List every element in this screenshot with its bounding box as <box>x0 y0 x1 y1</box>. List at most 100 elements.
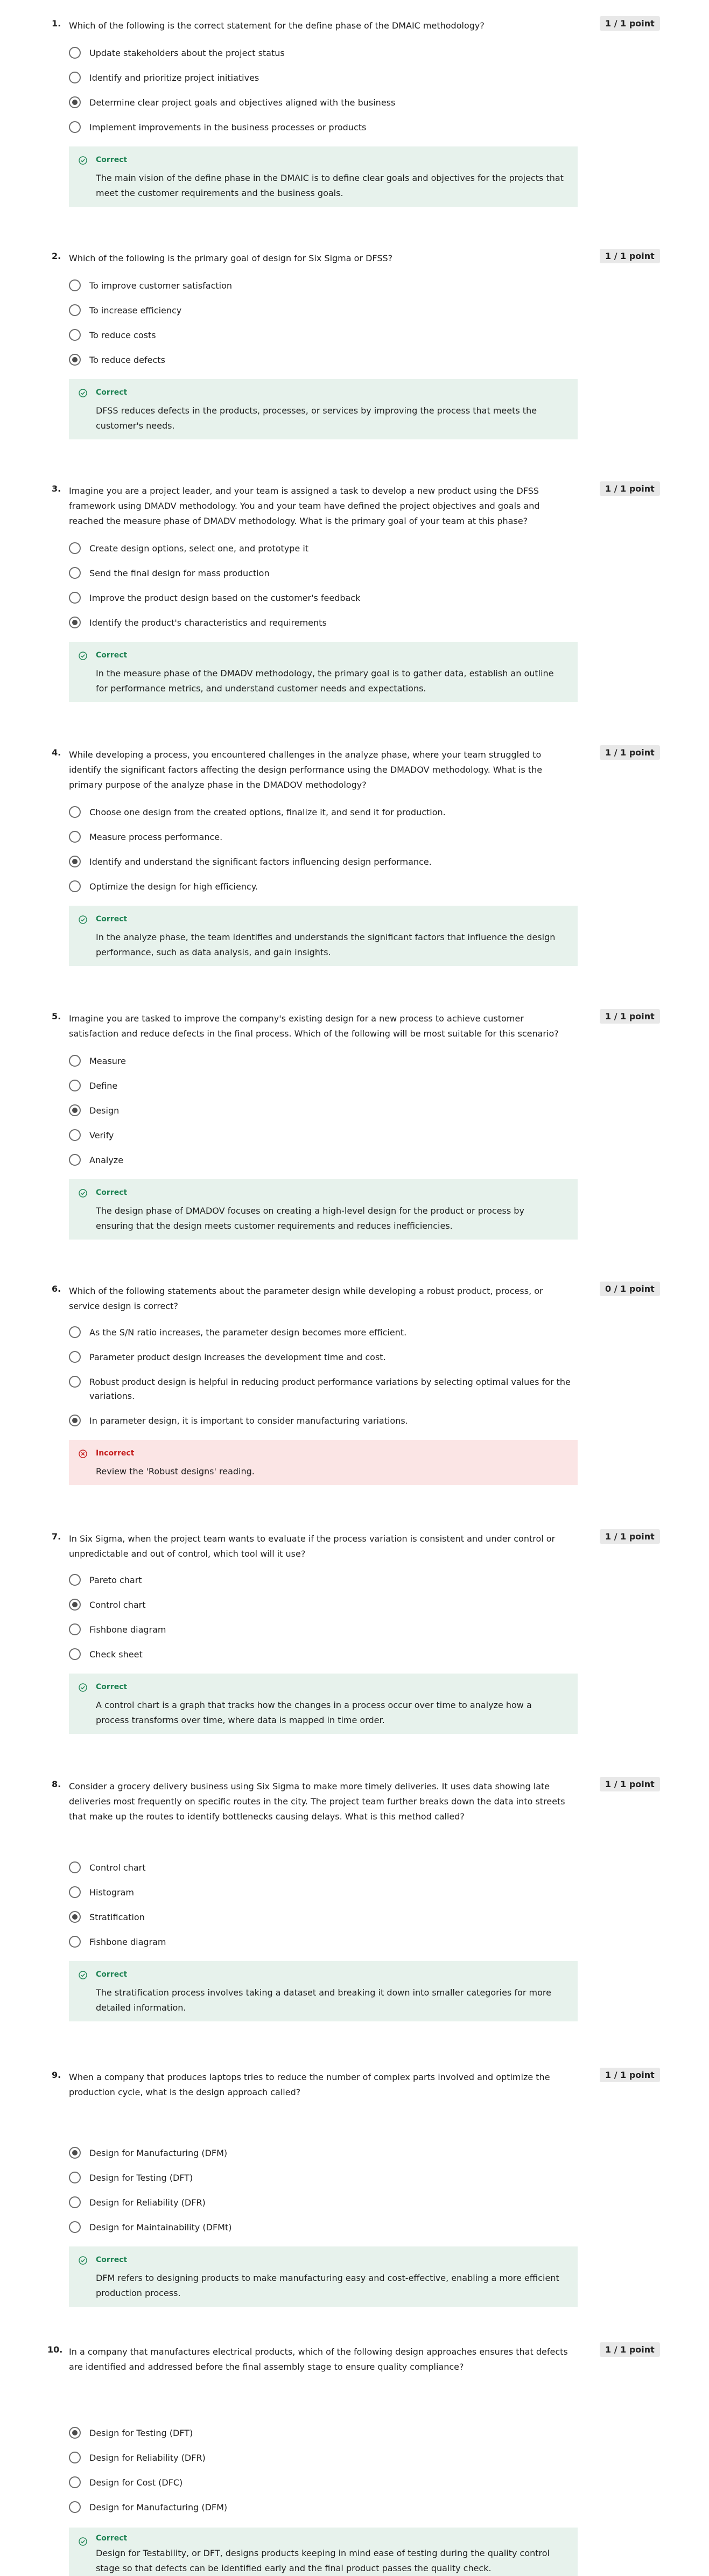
radio-button[interactable] <box>69 567 81 579</box>
radio-button[interactable] <box>69 2172 81 2183</box>
question-text: Imagine you are a project leader, and yo… <box>69 486 540 526</box>
radio-button[interactable] <box>69 1326 81 1338</box>
feedback-box: Correct The stratification process invol… <box>69 1961 578 2021</box>
option-label: In parameter design, it is important to … <box>89 1416 408 1426</box>
question-3: 3. Imagine you are a project leader, and… <box>0 465 709 729</box>
option-label: To reduce costs <box>89 330 156 340</box>
option-label: Choose one design from the created optio… <box>89 807 446 817</box>
feedback-text: In the analyze phase, the team identifie… <box>96 932 556 957</box>
question-9: 9. When a company that produces laptops … <box>0 2052 709 2326</box>
feedback-box: Correct The main vision of the define ph… <box>69 146 578 207</box>
radio-button[interactable] <box>69 1376 81 1388</box>
radio-button-selected[interactable] <box>69 1599 81 1611</box>
feedback-status: Incorrect <box>96 1449 135 1458</box>
radio-button[interactable] <box>69 2476 81 2488</box>
feedback-box: Correct In the analyze phase, the team i… <box>69 906 578 966</box>
radio-button[interactable] <box>69 2452 81 2463</box>
radio-button[interactable] <box>69 2501 81 2513</box>
option-label: Design for Reliability (DFR) <box>89 2197 206 2208</box>
feedback-status: Correct <box>96 915 128 923</box>
points-badge: 1 / 1 point <box>600 745 660 760</box>
option-label: Update stakeholders about the project st… <box>89 48 285 58</box>
radio-button[interactable] <box>69 1351 81 1363</box>
radio-button[interactable] <box>69 1154 81 1166</box>
option-label: Measure process performance. <box>89 832 223 842</box>
radio-button[interactable] <box>69 1129 81 1141</box>
radio-button[interactable] <box>69 1055 81 1067</box>
option-label: Define <box>89 1081 118 1091</box>
option-label: Implement improvements in the business p… <box>89 122 367 132</box>
radio-button[interactable] <box>69 1080 81 1091</box>
radio-button[interactable] <box>69 2196 81 2208</box>
radio-button[interactable] <box>69 329 81 341</box>
option-label: Design for Testing (DFT) <box>89 2173 193 2183</box>
points-badge: 0 / 1 point <box>600 1282 660 1296</box>
option-label: Design for Manufacturing (DFM) <box>89 2502 228 2512</box>
radio-button-selected[interactable] <box>69 617 81 628</box>
feedback-box: Incorrect Review the 'Robust designs' re… <box>69 1440 578 1485</box>
feedback-text: The main vision of the define phase in t… <box>96 173 564 198</box>
option-label: To improve customer satisfaction <box>89 281 233 291</box>
question-text: When a company that produces laptops tri… <box>69 2072 550 2097</box>
feedback-box: Correct DFSS reduces defects in the prod… <box>69 379 578 439</box>
question-7: 7. In Six Sigma, when the project team w… <box>0 1513 709 1761</box>
radio-button[interactable] <box>69 121 81 133</box>
question-2: 2. Which of the following is the primary… <box>0 233 709 464</box>
radio-button-selected[interactable] <box>69 856 81 867</box>
radio-button[interactable] <box>69 1936 81 1948</box>
radio-button-selected[interactable] <box>69 1415 81 1426</box>
feedback-text: Review the 'Robust designs' reading. <box>96 1466 255 1476</box>
radio-button[interactable] <box>69 1861 81 1873</box>
points-badge: 1 / 1 point <box>600 1529 660 1544</box>
radio-button-selected[interactable] <box>69 354 81 366</box>
question-number: 2. <box>52 251 61 261</box>
option-label: Improve the product design based on the … <box>89 593 361 603</box>
feedback-status: Correct <box>96 1970 128 1979</box>
radio-button[interactable] <box>69 1648 81 1660</box>
option-label: Fishbone diagram <box>89 1937 166 1947</box>
radio-button[interactable] <box>69 1623 81 1635</box>
points-badge: 1 / 1 point <box>600 16 660 31</box>
option-label: To reduce defects <box>89 355 165 365</box>
points-badge: 1 / 1 point <box>600 2068 660 2082</box>
check-circle-icon <box>79 2537 87 2546</box>
radio-button-selected[interactable] <box>69 96 81 108</box>
question-5: 5. Imagine you are tasked to improve the… <box>0 993 709 1265</box>
radio-button[interactable] <box>69 592 81 604</box>
radio-button[interactable] <box>69 279 81 291</box>
radio-button[interactable] <box>69 1886 81 1898</box>
question-text: Which of the following is the primary go… <box>69 253 393 263</box>
radio-button-selected[interactable] <box>69 1911 81 1923</box>
question-number: 7. <box>52 1531 61 1542</box>
points-badge: 1 / 1 point <box>600 1777 660 1791</box>
radio-button[interactable] <box>69 1574 81 1586</box>
radio-button-selected[interactable] <box>69 1104 81 1116</box>
question-number: 1. <box>52 18 61 29</box>
radio-button[interactable] <box>69 831 81 843</box>
question-10: 10. In a company that manufactures elect… <box>0 2326 709 2576</box>
radio-button[interactable] <box>69 47 81 59</box>
option-label: Identify and understand the significant … <box>89 857 432 867</box>
radio-button-selected[interactable] <box>69 2147 81 2159</box>
question-text: While developing a process, you encounte… <box>69 750 543 790</box>
feedback-text: The stratification process involves taki… <box>96 1987 551 2013</box>
radio-button[interactable] <box>69 880 81 892</box>
feedback-status: Correct <box>96 2256 128 2264</box>
radio-button[interactable] <box>69 542 81 554</box>
question-text: Which of the following statements about … <box>69 1286 543 1311</box>
option-label: Identify and prioritize project initiati… <box>89 73 259 83</box>
points-badge: 1 / 1 point <box>600 2342 660 2357</box>
check-circle-icon <box>79 1971 87 1979</box>
radio-button[interactable] <box>69 2221 81 2233</box>
question-6: 6. Which of the following statements abo… <box>0 1265 709 1513</box>
feedback-text: A control chart is a graph that tracks h… <box>96 1700 532 1725</box>
radio-button[interactable] <box>69 304 81 316</box>
radio-button-selected[interactable] <box>69 2427 81 2439</box>
feedback-box: Correct The design phase of DMADOV focus… <box>69 1179 578 1240</box>
radio-button[interactable] <box>69 806 81 818</box>
question-text: Consider a grocery delivery business usi… <box>69 1781 565 1822</box>
question-number: 10. <box>47 2344 63 2355</box>
option-label: Fishbone diagram <box>89 1625 166 1635</box>
radio-button[interactable] <box>69 72 81 83</box>
feedback-text: Design for Testability, or DFT, designs … <box>96 2548 550 2573</box>
